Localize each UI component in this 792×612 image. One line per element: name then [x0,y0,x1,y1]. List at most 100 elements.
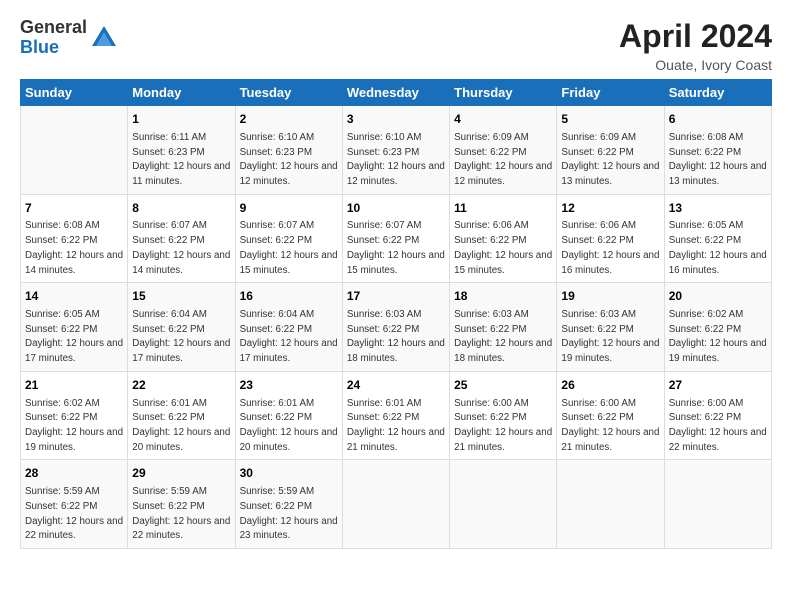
calendar-cell: 30 Sunrise: 5:59 AMSunset: 6:22 PMDayligh… [235,460,342,549]
day-info: Sunrise: 6:00 AMSunset: 6:22 PMDaylight:… [669,398,767,453]
day-info: Sunrise: 6:06 AMSunset: 6:22 PMDaylight:… [454,220,552,275]
day-number: 15 [132,288,230,305]
day-info: Sunrise: 6:05 AMSunset: 6:22 PMDaylight:… [669,220,767,275]
subtitle: Ouate, Ivory Coast [619,57,772,73]
day-info: Sunrise: 6:09 AMSunset: 6:22 PMDaylight:… [561,132,659,187]
day-info: Sunrise: 6:10 AMSunset: 6:23 PMDaylight:… [347,132,445,187]
day-number: 24 [347,377,445,394]
calendar-cell: 25 Sunrise: 6:00 AMSunset: 6:22 PMDayligh… [450,371,557,460]
day-number: 2 [240,111,338,128]
calendar-cell: 15 Sunrise: 6:04 AMSunset: 6:22 PMDayligh… [128,283,235,372]
calendar-cell: 4 Sunrise: 6:09 AMSunset: 6:22 PMDaylight… [450,106,557,195]
logo-general: General [20,18,87,38]
day-number: 6 [669,111,767,128]
calendar-cell: 1 Sunrise: 6:11 AMSunset: 6:23 PMDaylight… [128,106,235,195]
calendar-cell: 26 Sunrise: 6:00 AMSunset: 6:22 PMDayligh… [557,371,664,460]
day-number: 17 [347,288,445,305]
day-number: 25 [454,377,552,394]
calendar-cell: 3 Sunrise: 6:10 AMSunset: 6:23 PMDaylight… [342,106,449,195]
day-number: 26 [561,377,659,394]
header-friday: Friday [557,80,664,106]
header-saturday: Saturday [664,80,771,106]
calendar-cell: 5 Sunrise: 6:09 AMSunset: 6:22 PMDaylight… [557,106,664,195]
calendar-cell: 24 Sunrise: 6:01 AMSunset: 6:22 PMDayligh… [342,371,449,460]
day-info: Sunrise: 6:03 AMSunset: 6:22 PMDaylight:… [561,309,659,364]
calendar-cell: 28 Sunrise: 5:59 AMSunset: 6:22 PMDayligh… [21,460,128,549]
day-info: Sunrise: 6:00 AMSunset: 6:22 PMDaylight:… [561,398,659,453]
calendar-cell: 2Sunrise: 6:10 AMSunset: 6:23 PMDaylight… [235,106,342,195]
page: General Blue April 2024 Ouate, Ivory Coa… [0,0,792,559]
day-info: Sunrise: 5:59 AMSunset: 6:22 PMDaylight:… [240,486,338,541]
day-number: 29 [132,465,230,482]
day-info: Sunrise: 6:03 AMSunset: 6:22 PMDaylight:… [347,309,445,364]
week-row-2: 7 Sunrise: 6:08 AMSunset: 6:22 PMDaylight… [21,194,772,283]
day-info: Sunrise: 6:04 AMSunset: 6:22 PMDaylight:… [132,309,230,364]
calendar-cell [664,460,771,549]
day-info: Sunrise: 6:02 AMSunset: 6:22 PMDaylight:… [669,309,767,364]
day-info: Sunrise: 6:07 AMSunset: 6:22 PMDaylight:… [240,220,338,275]
calendar-table: Sunday Monday Tuesday Wednesday Thursday… [20,79,772,549]
day-number: 8 [132,200,230,217]
day-number: 30 [240,465,338,482]
day-info: Sunrise: 5:59 AMSunset: 6:22 PMDaylight:… [25,486,123,541]
day-number: 21 [25,377,123,394]
calendar-cell: 23Sunrise: 6:01 AMSunset: 6:22 PMDayligh… [235,371,342,460]
day-info: Sunrise: 6:04 AMSunset: 6:22 PMDaylight:… [240,309,338,364]
day-number: 20 [669,288,767,305]
day-number: 28 [25,465,123,482]
calendar-cell: 9 Sunrise: 6:07 AMSunset: 6:22 PMDaylight… [235,194,342,283]
day-number: 10 [347,200,445,217]
day-number: 12 [561,200,659,217]
day-info: Sunrise: 6:06 AMSunset: 6:22 PMDaylight:… [561,220,659,275]
day-info: Sunrise: 6:01 AMSunset: 6:22 PMDaylight:… [240,398,338,453]
day-number: 7 [25,200,123,217]
header-row: Sunday Monday Tuesday Wednesday Thursday… [21,80,772,106]
calendar-cell: 6Sunrise: 6:08 AMSunset: 6:22 PMDaylight… [664,106,771,195]
header-thursday: Thursday [450,80,557,106]
calendar-cell: 29Sunrise: 5:59 AMSunset: 6:22 PMDayligh… [128,460,235,549]
calendar-cell: 18Sunrise: 6:03 AMSunset: 6:22 PMDayligh… [450,283,557,372]
day-number: 13 [669,200,767,217]
calendar-cell: 21 Sunrise: 6:02 AMSunset: 6:22 PMDayligh… [21,371,128,460]
day-number: 4 [454,111,552,128]
day-info: Sunrise: 6:02 AMSunset: 6:22 PMDaylight:… [25,398,123,453]
day-info: Sunrise: 6:01 AMSunset: 6:22 PMDaylight:… [347,398,445,453]
day-number: 1 [132,111,230,128]
day-number: 27 [669,377,767,394]
calendar-cell [557,460,664,549]
calendar-cell: 17 Sunrise: 6:03 AMSunset: 6:22 PMDayligh… [342,283,449,372]
logo-blue: Blue [20,38,87,58]
calendar-cell: 27 Sunrise: 6:00 AMSunset: 6:22 PMDayligh… [664,371,771,460]
calendar-cell [450,460,557,549]
day-number: 5 [561,111,659,128]
week-row-4: 21 Sunrise: 6:02 AMSunset: 6:22 PMDayligh… [21,371,772,460]
calendar-cell: 12 Sunrise: 6:06 AMSunset: 6:22 PMDayligh… [557,194,664,283]
calendar-cell [21,106,128,195]
week-row-5: 28 Sunrise: 5:59 AMSunset: 6:22 PMDayligh… [21,460,772,549]
title-block: April 2024 Ouate, Ivory Coast [619,18,772,73]
logo: General Blue [20,18,118,58]
calendar-cell: 19 Sunrise: 6:03 AMSunset: 6:22 PMDayligh… [557,283,664,372]
day-info: Sunrise: 6:11 AMSunset: 6:23 PMDaylight:… [132,132,230,187]
header-wednesday: Wednesday [342,80,449,106]
calendar-cell [342,460,449,549]
day-info: Sunrise: 6:03 AMSunset: 6:22 PMDaylight:… [454,309,552,364]
day-info: Sunrise: 6:08 AMSunset: 6:22 PMDaylight:… [25,220,123,275]
day-number: 11 [454,200,552,217]
day-info: Sunrise: 6:05 AMSunset: 6:22 PMDaylight:… [25,309,123,364]
calendar-cell: 20 Sunrise: 6:02 AMSunset: 6:22 PMDayligh… [664,283,771,372]
day-info: Sunrise: 6:01 AMSunset: 6:22 PMDaylight:… [132,398,230,453]
day-number: 3 [347,111,445,128]
header-monday: Monday [128,80,235,106]
day-number: 9 [240,200,338,217]
logo-icon [90,24,118,52]
day-info: Sunrise: 6:00 AMSunset: 6:22 PMDaylight:… [454,398,552,453]
day-info: Sunrise: 6:09 AMSunset: 6:22 PMDaylight:… [454,132,552,187]
calendar-cell: 8Sunrise: 6:07 AMSunset: 6:22 PMDaylight… [128,194,235,283]
calendar-cell: 7 Sunrise: 6:08 AMSunset: 6:22 PMDaylight… [21,194,128,283]
calendar-cell: 22Sunrise: 6:01 AMSunset: 6:22 PMDayligh… [128,371,235,460]
day-number: 16 [240,288,338,305]
week-row-3: 14Sunrise: 6:05 AMSunset: 6:22 PMDayligh… [21,283,772,372]
day-number: 19 [561,288,659,305]
week-row-1: 1 Sunrise: 6:11 AMSunset: 6:23 PMDaylight… [21,106,772,195]
